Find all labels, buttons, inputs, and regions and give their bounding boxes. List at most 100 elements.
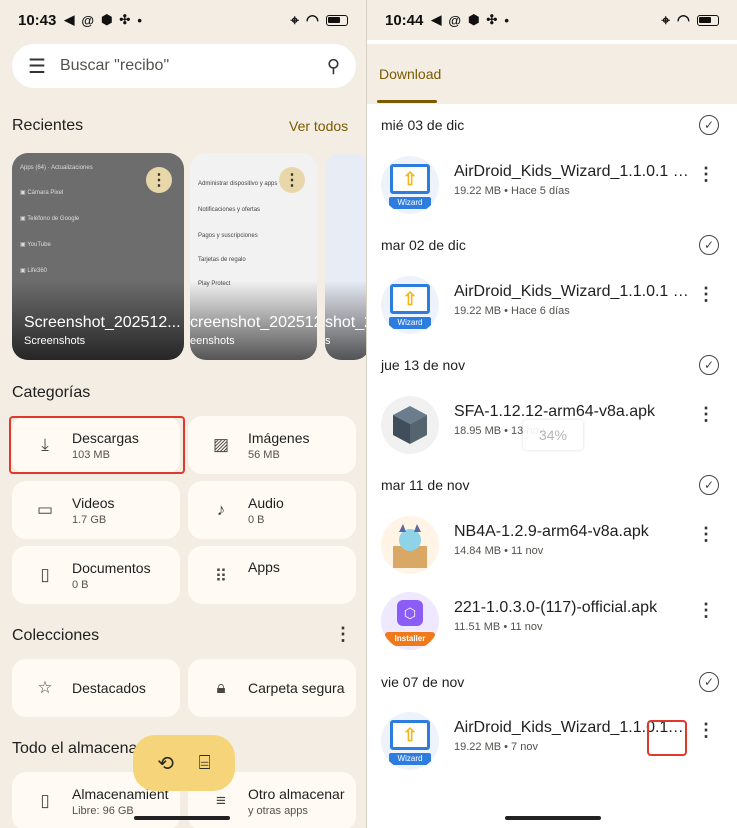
wizard-label: Wizard — [389, 197, 431, 209]
tab-bar: Download — [367, 44, 737, 104]
app-icon: ⬢ — [468, 12, 480, 27]
menu-icon[interactable]: ☰ — [28, 54, 46, 79]
category-size: 0 B — [248, 513, 265, 526]
category-name: Audio — [248, 494, 284, 511]
file-more-icon[interactable]: ⋮ — [697, 720, 715, 741]
nb4a-app-icon — [381, 516, 439, 574]
wifi-icon: ◠ — [305, 12, 319, 29]
cat-box-icon — [393, 524, 427, 568]
installer-label: Installer — [385, 632, 435, 646]
send-icon: ◀ — [64, 12, 75, 27]
tab-indicator — [377, 100, 437, 103]
card-subtitle: eenshots — [190, 335, 235, 347]
search-placeholder[interactable]: Buscar "recibo" — [60, 57, 327, 75]
system-icons: ⌖ ◠ — [290, 11, 348, 29]
shield-icon: ⬡ — [397, 600, 423, 626]
file-row[interactable]: ⇧ Wizard AirDroid_Kids_Wizard_1.1.0.1 (1… — [367, 272, 737, 334]
file-more-icon[interactable]: ⋮ — [697, 284, 715, 305]
phone-icon: ▯ — [40, 791, 50, 810]
dot-icon: • — [504, 12, 509, 28]
card-subtitle: s — [325, 335, 331, 347]
image-icon: ▨ — [212, 435, 230, 454]
collection-name: Carpeta segura — [248, 680, 345, 696]
cube-icon — [393, 406, 427, 444]
card-title: Screenshot_202512... — [24, 314, 181, 331]
status-bar: 10:44 ◀ @ ⬢ ✣ • ⌖ ◠ — [367, 0, 737, 40]
category-size: 1.7 GB — [72, 513, 107, 526]
select-group-icon[interactable]: ✓ — [699, 672, 719, 692]
tab-download[interactable]: Download — [379, 66, 441, 82]
category-name: Imágenes — [248, 429, 310, 446]
send-icon: ◀ — [431, 12, 442, 27]
collection-destacados[interactable]: ☆ Destacados — [12, 659, 180, 717]
recent-card[interactable]: shot_2 s — [325, 153, 366, 360]
floating-action-bar: ⟲ ⌸ — [133, 735, 235, 791]
search-bar[interactable]: ☰ Buscar "recibo" ⚲ — [12, 44, 356, 88]
file-row[interactable]: NB4A-1.2.9-arm64-v8a.apk 14.84 MB • 11 n… — [367, 512, 737, 574]
files-home-screen: 10:43 ◀ @ ⬢ ✣ • ⌖ ◠ ☰ Buscar "recibo" ⚲ … — [0, 0, 366, 828]
search-icon[interactable]: ⚲ — [327, 56, 340, 77]
box-app-icon — [381, 396, 439, 454]
file-name: AirDroid_Kids_Wizard_1.1.0.1 (1).apk — [454, 283, 690, 300]
downloads-screen: 10:44 ◀ @ ⬢ ✣ • ⌖ ◠ Download mié 03 de d… — [367, 0, 737, 828]
colecciones-more-icon[interactable]: ⋮ — [334, 624, 352, 645]
scan-document-icon[interactable]: ⌸ — [199, 752, 211, 775]
thumbnail-line: Notificaciones y ofertas — [198, 207, 261, 213]
file-row[interactable]: ⬡ Installer 221-1.0.3.0-(117)-official.a… — [367, 588, 737, 650]
select-group-icon[interactable]: ✓ — [699, 355, 719, 375]
category-imagenes[interactable]: ▨ Imágenes 56 MB — [188, 416, 356, 474]
wizard-label: Wizard — [389, 753, 431, 765]
thumbnail-line: Tarjetas de regalo — [198, 257, 246, 263]
file-more-icon[interactable]: ⋮ — [697, 164, 715, 185]
file-meta: 11.51 MB • 11 nov — [454, 621, 543, 633]
date-header: mar 11 de nov — [381, 477, 470, 493]
category-audio[interactable]: ♪ Audio 0 B — [188, 481, 356, 539]
recent-card[interactable]: Apps (64) · Actualizaciones ▣ Cámara Pix… — [12, 153, 184, 360]
file-more-icon[interactable]: ⋮ — [697, 524, 715, 545]
star-icon: ☆ — [37, 678, 53, 697]
select-group-icon[interactable]: ✓ — [699, 115, 719, 135]
file-more-icon[interactable]: ⋮ — [697, 600, 715, 621]
status-time: 10:43 — [18, 11, 57, 29]
progress-overlay: 34% — [523, 420, 583, 450]
more-options-icon[interactable]: ⋮ — [279, 167, 305, 193]
collection-carpeta-segura[interactable]: 🔒︎ Carpeta segura — [188, 659, 356, 717]
more-options-icon[interactable]: ⋮ — [146, 167, 172, 193]
file-meta: 19.22 MB • 7 nov — [454, 741, 538, 753]
categorias-heading: Categorías — [12, 384, 91, 401]
battery-icon — [326, 14, 348, 26]
recent-card[interactable]: Administrar dispositivo y apps Notificac… — [190, 153, 317, 360]
document-icon: ▯ — [40, 565, 50, 584]
recientes-heading: Recientes — [12, 117, 84, 134]
category-videos[interactable]: ▭ Videos 1.7 GB — [12, 481, 180, 539]
thumbnail-line: Pagos y suscripciones — [198, 233, 258, 239]
file-meta: 19.22 MB • Hace 5 días — [454, 185, 570, 197]
upload-arrow-icon: ⇧ — [390, 164, 430, 194]
file-meta: 19.22 MB • Hace 6 días — [454, 305, 570, 317]
wizard-app-icon: ⇧ Wizard — [381, 276, 439, 334]
collection-name: Destacados — [72, 680, 146, 696]
select-group-icon[interactable]: ✓ — [699, 475, 719, 495]
wizard-label: Wizard — [389, 317, 431, 329]
file-row[interactable]: ⇧ Wizard AirDroid_Kids_Wizard_1.1.0.1 (2… — [367, 152, 737, 214]
select-group-icon[interactable]: ✓ — [699, 235, 719, 255]
file-more-icon[interactable]: ⋮ — [697, 404, 715, 425]
category-name: Documentos — [72, 559, 151, 576]
video-icon: ▭ — [36, 500, 54, 519]
colecciones-heading: Colecciones — [12, 627, 100, 644]
sync-icon[interactable]: ⟲ — [157, 751, 174, 776]
category-name: Videos — [72, 494, 115, 511]
installer-app-icon: ⬡ Installer — [381, 592, 439, 650]
category-apps[interactable]: ⠿ Apps — [188, 546, 356, 604]
thumbnail-line: ▣ Life360 — [20, 268, 48, 274]
location-icon: ⌖ — [661, 11, 670, 29]
gesture-bar[interactable] — [505, 816, 601, 820]
thumbnail-line: ▣ YouTube — [20, 242, 51, 248]
annotation-highlight — [9, 416, 185, 474]
view-all-link[interactable]: Ver todos — [289, 118, 348, 134]
storage-name: Otro almacenar — [248, 785, 345, 802]
gesture-bar[interactable] — [134, 816, 230, 820]
thumbnail-line: ▣ Teléfono de Google — [20, 216, 80, 222]
category-documentos[interactable]: ▯ Documentos 0 B — [12, 546, 180, 604]
battery-icon — [697, 14, 719, 26]
